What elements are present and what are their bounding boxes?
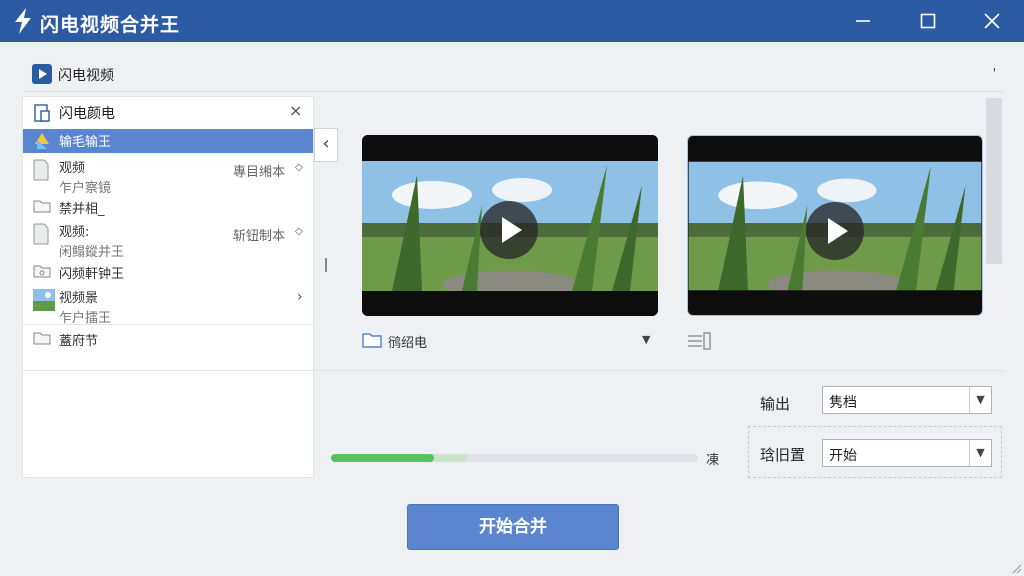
progress-fill [331, 454, 434, 462]
doc-icon [33, 223, 49, 245]
maximize-button[interactable] [908, 6, 948, 36]
list-item[interactable]: 蓋府节 [23, 328, 313, 350]
list-item[interactable]: 观频: 闲鳎鏦并王 斩钮制本 ◇ [23, 219, 313, 260]
thumbnail-icon [33, 289, 55, 311]
merge-progress-bar [331, 454, 698, 462]
video-preview-2[interactable] [687, 135, 983, 316]
divider [22, 370, 1004, 371]
list-item[interactable]: 输毛输王 [23, 129, 313, 153]
lightning-icon [15, 8, 31, 34]
list-item-title: 蓋府节 [59, 334, 99, 349]
diamond-icon: ◇ [295, 226, 303, 237]
resize-grip-icon[interactable] [1008, 560, 1022, 574]
list-item-meta: 斩钮制本 [233, 229, 286, 244]
output-select[interactable]: 隽档 ▼ [822, 386, 992, 414]
folder-icon [33, 332, 51, 345]
source-folder-row[interactable]: 鸻绍电 ▼ [362, 330, 658, 352]
output-label: 输出 [760, 395, 791, 413]
position-select-value: 开始 [829, 448, 857, 464]
list-item-title: 输毛输王 [59, 135, 112, 150]
list-item[interactable]: 闪频軒钟王 [23, 261, 313, 283]
vertical-scrollbar[interactable] [986, 98, 1002, 264]
panel-header: 闪电颜电 × [23, 97, 313, 127]
chevron-right-icon[interactable]: › [297, 289, 303, 305]
window-title: 闪电视频合并王 [40, 14, 181, 36]
close-icon [984, 13, 1000, 29]
chevron-down-icon: ▼ [969, 440, 991, 466]
splitter-grip[interactable] [325, 258, 327, 272]
play-button[interactable] [806, 202, 864, 260]
video-preview-1[interactable] [362, 135, 658, 316]
panel-close-button[interactable]: × [289, 101, 302, 120]
list-item-subtitle: 闲鳎鏦并王 [59, 245, 125, 260]
list-item-title: 观频 [59, 161, 86, 176]
output-select-value: 隽档 [829, 395, 857, 411]
list-settings-icon[interactable] [688, 332, 712, 350]
close-button[interactable] [972, 6, 1012, 36]
panel-title: 闪电颜电 [59, 106, 115, 122]
folder-icon [33, 200, 51, 213]
list-item[interactable]: 视频景 乍户擂王 › [23, 285, 313, 326]
doc-icon [33, 159, 49, 181]
play-icon [32, 64, 52, 84]
diamond-icon: ◇ [295, 162, 303, 173]
list-item[interactable]: 观频 乍户察镜 專目缃本 ◇ [23, 155, 313, 196]
list-item-title: 观频: [59, 225, 90, 240]
collapse-panel-button[interactable]: ‹ [314, 128, 338, 162]
progress-label: 凍 [706, 453, 720, 468]
list-item-title: 禁并相_ [59, 202, 105, 217]
list-item-title: 视频景 [59, 291, 99, 306]
video-source-row[interactable]: 闪电视频 ' [22, 58, 1004, 92]
list-item-meta: 專目缃本 [233, 165, 286, 180]
list-item-title: 闪频軒钟王 [59, 267, 125, 282]
folder-icon [362, 333, 382, 348]
app-icon [35, 133, 49, 149]
position-label: 琀旧置 [760, 446, 806, 464]
list-item-subtitle: 乍户察镜 [59, 181, 112, 196]
file-browser-panel: 闪电颜电 × 输毛输王 观频 乍户察镜 專目缃本 ◇ 禁并相_ 观频: 闲鳎鏦并… [22, 96, 314, 478]
image-folder-icon [33, 265, 51, 278]
dropdown-arrow-icon[interactable]: ▼ [642, 333, 650, 346]
position-select[interactable]: 开始 ▼ [822, 439, 992, 467]
play-button[interactable] [480, 201, 538, 259]
title-bar: 闪电视频合并王 [0, 0, 1024, 42]
maximize-icon [920, 13, 936, 29]
start-merge-button[interactable]: 开始合并 [407, 504, 619, 550]
minimize-icon [856, 20, 870, 22]
chevron-down-icon: ▼ [969, 387, 991, 413]
divider [23, 324, 313, 325]
list-item[interactable]: 禁并相_ [23, 196, 313, 218]
document-icon [34, 104, 50, 122]
tick-mark: ' [992, 66, 996, 80]
video-source-label: 闪电视频 [58, 68, 114, 84]
minimize-button[interactable] [843, 6, 883, 36]
source-folder-label: 鸻绍电 [388, 336, 428, 351]
